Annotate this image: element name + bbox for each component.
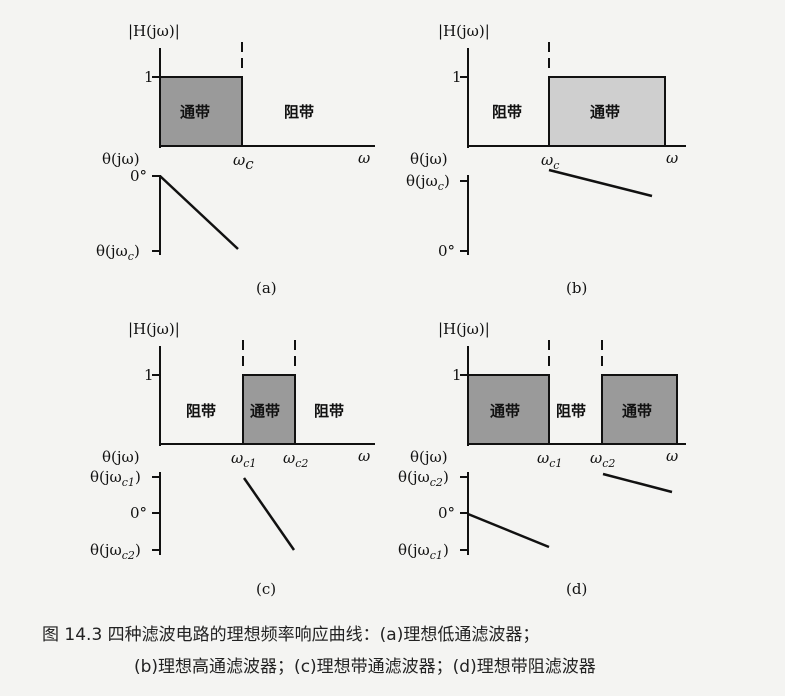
unity-label: 1 [144, 68, 154, 86]
zero-deg-label: 0° [438, 504, 455, 522]
panel-c: |H(jω)| 1 阻带 通带 阻带 θ(jω) ωc1 ωc2 ω θ(jωc… [90, 320, 375, 598]
stopband-label: 阻带 [284, 103, 314, 121]
stopband-label: 阻带 [492, 103, 522, 121]
panel-caption: (b) [566, 279, 587, 297]
phase-line [548, 168, 653, 198]
phase-axis-label: θ(jω) [102, 150, 140, 168]
phase-c1-label: θ(jωc1) [398, 541, 449, 562]
magnitude-axis-label: |H(jω)| [128, 320, 180, 338]
magnitude-axis-label: |H(jω)| [438, 22, 490, 40]
panel-b: |H(jω)| 1 阻带 通带 θ(jω) ωc ω θ(jωc) 0° (b) [406, 22, 686, 297]
phase-c2-label: θ(jωc2) [398, 468, 449, 489]
stopband-right-label: 阻带 [314, 402, 344, 420]
panel-caption: (c) [256, 580, 276, 598]
panel-a: |H(jω)| 1 通带 阻带 θ(jω) ωc ω 0° θ(jωc) (a) [96, 22, 375, 297]
passband-label: 通带 [590, 103, 620, 121]
phase-line [242, 477, 296, 551]
stopband-label: 阻带 [556, 402, 586, 420]
figure-caption-line2: (b)理想高通滤波器；(c)理想带通滤波器；(d)理想带阻滤波器 [134, 657, 596, 677]
phase-line [159, 175, 239, 250]
magnitude-axis-label: |H(jω)| [438, 320, 490, 338]
unity-label: 1 [452, 366, 462, 384]
panel-d: |H(jω)| 1 通带 阻带 通带 θ(jω) ωc1 ωc2 ω θ(jωc… [398, 320, 686, 598]
phase-c2-label: θ(jωc2) [90, 541, 141, 562]
figure-caption-line1: 图 14.3 四种滤波电路的理想频率响应曲线：(a)理想低通滤波器； [42, 625, 539, 645]
omega-label: ω [358, 149, 370, 167]
passband-right-label: 通带 [622, 402, 652, 420]
omega-label: ω [666, 447, 678, 465]
phase-c1-label: θ(jωc1) [90, 468, 141, 489]
cutoff1-label: ωc1 [231, 449, 256, 470]
phase-line-low [467, 512, 550, 549]
omega-label: ω [358, 447, 370, 465]
zero-deg-label: 0° [130, 504, 147, 522]
phase-c-label: θ(jωc) [406, 172, 450, 193]
filter-response-figure: |H(jω)| 1 通带 阻带 θ(jω) ωc ω 0° θ(jωc) (a)… [42, 22, 686, 677]
phase-c-label: θ(jωc) [96, 242, 140, 263]
passband-label: 通带 [250, 402, 280, 420]
zero-deg-label: 0° [438, 242, 455, 260]
omega-label: ω [666, 149, 678, 167]
phase-axis-label: θ(jω) [410, 448, 448, 466]
passband-label: 通带 [180, 103, 210, 121]
unity-label: 1 [452, 68, 462, 86]
phase-line-high [602, 472, 673, 494]
magnitude-axis-label: |H(jω)| [128, 22, 180, 40]
cutoff1-label: ωc1 [537, 449, 562, 470]
phase-axis-label: θ(jω) [410, 150, 448, 168]
cutoff-label: ωc [233, 151, 254, 173]
panel-caption: (d) [566, 580, 587, 598]
zero-deg-label: 0° [130, 167, 147, 185]
panel-caption: (a) [256, 279, 277, 297]
unity-label: 1 [144, 366, 154, 384]
cutoff2-label: ωc2 [590, 449, 615, 470]
cutoff-label: ωc [541, 151, 559, 172]
cutoff2-label: ωc2 [283, 449, 308, 470]
passband-left-label: 通带 [490, 402, 520, 420]
stopband-left-label: 阻带 [186, 402, 216, 420]
phase-axis-label: θ(jω) [102, 448, 140, 466]
